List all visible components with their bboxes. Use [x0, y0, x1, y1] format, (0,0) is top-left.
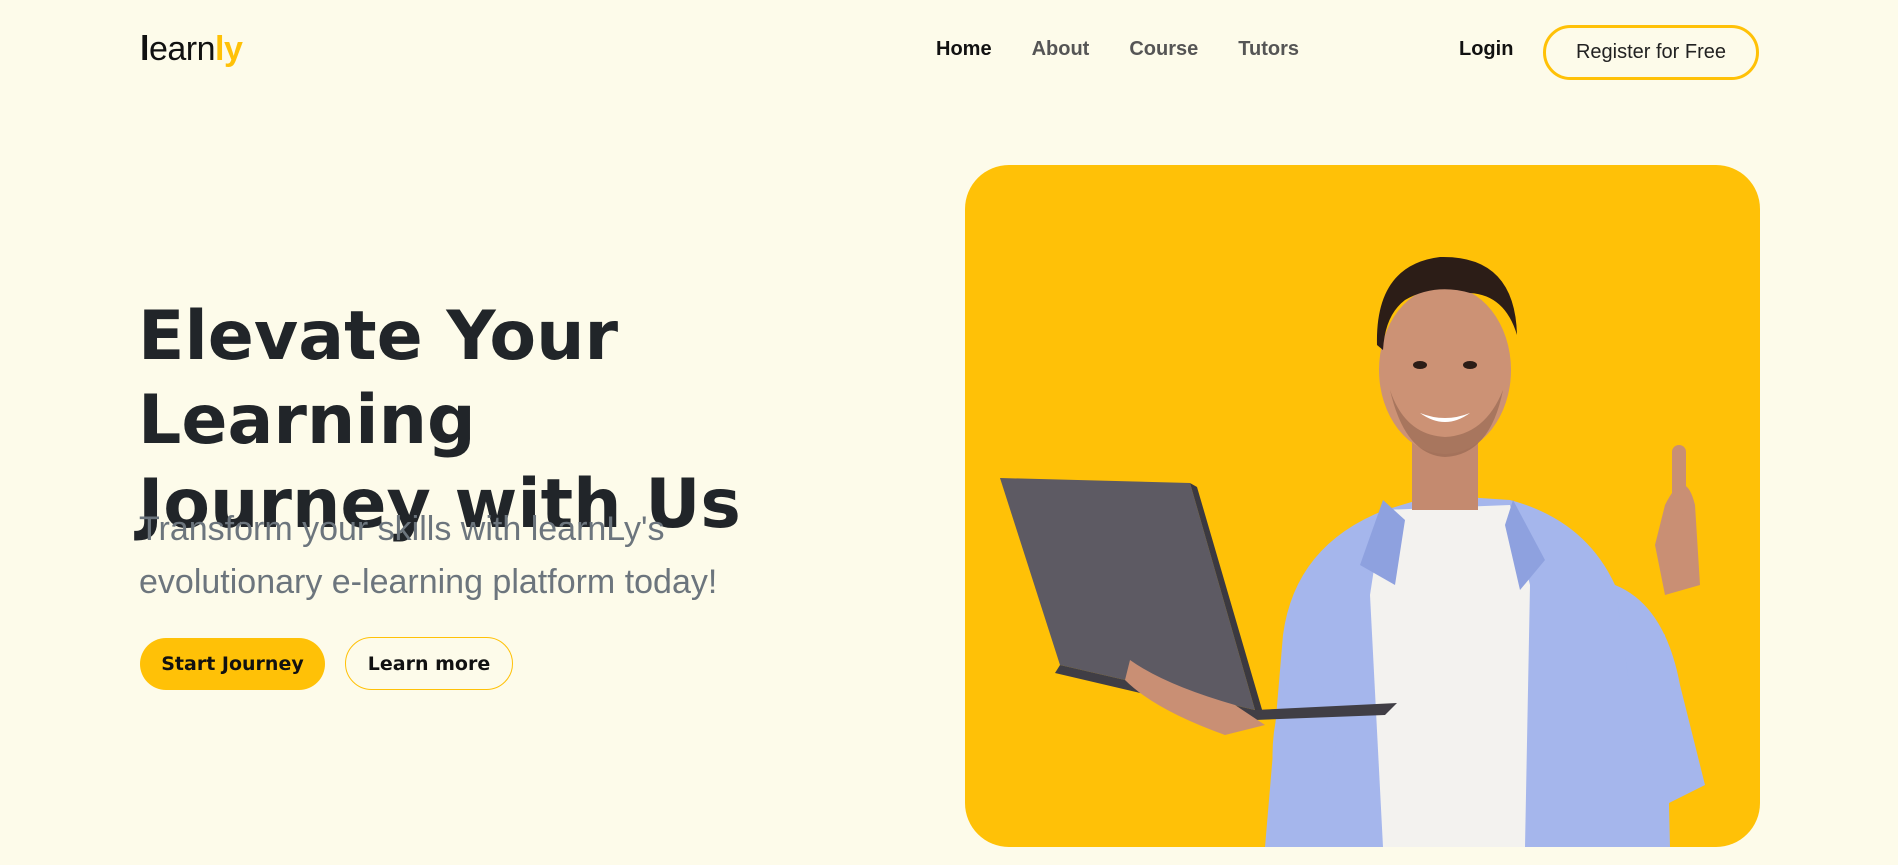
logo-main-text: earn: [148, 30, 216, 68]
left-eye: [1413, 361, 1427, 369]
hero-illustration: [1000, 256, 1705, 847]
hero-subtitle-line2: evolutionary e-learning platform today!: [139, 563, 718, 601]
login-link[interactable]: Login: [1459, 38, 1513, 61]
start-journey-button[interactable]: Start Journey: [140, 638, 325, 690]
hero-title-line1: Elevate Your Learning: [138, 297, 619, 460]
learn-more-button[interactable]: Learn more: [345, 637, 513, 690]
hero-image: [965, 165, 1760, 847]
hero-subtitle: Transform your skills with learnLy's evo…: [139, 503, 779, 609]
brand-logo[interactable]: learnly: [140, 30, 243, 69]
nav-item-about[interactable]: About: [1032, 38, 1090, 61]
right-eye: [1463, 361, 1477, 369]
nav-item-tutors[interactable]: Tutors: [1238, 38, 1299, 61]
logo-first-letter: l: [140, 30, 149, 68]
register-button[interactable]: Register for Free: [1543, 25, 1759, 80]
nav-item-course[interactable]: Course: [1129, 38, 1198, 61]
raised-finger: [1672, 445, 1686, 515]
hero-subtitle-line1: Transform your skills with learnLy's: [139, 510, 665, 548]
logo-accent-text: ly: [215, 30, 243, 68]
nav-item-home[interactable]: Home: [936, 38, 992, 61]
main-nav: Home About Course Tutors: [936, 38, 1339, 61]
face: [1379, 286, 1511, 454]
